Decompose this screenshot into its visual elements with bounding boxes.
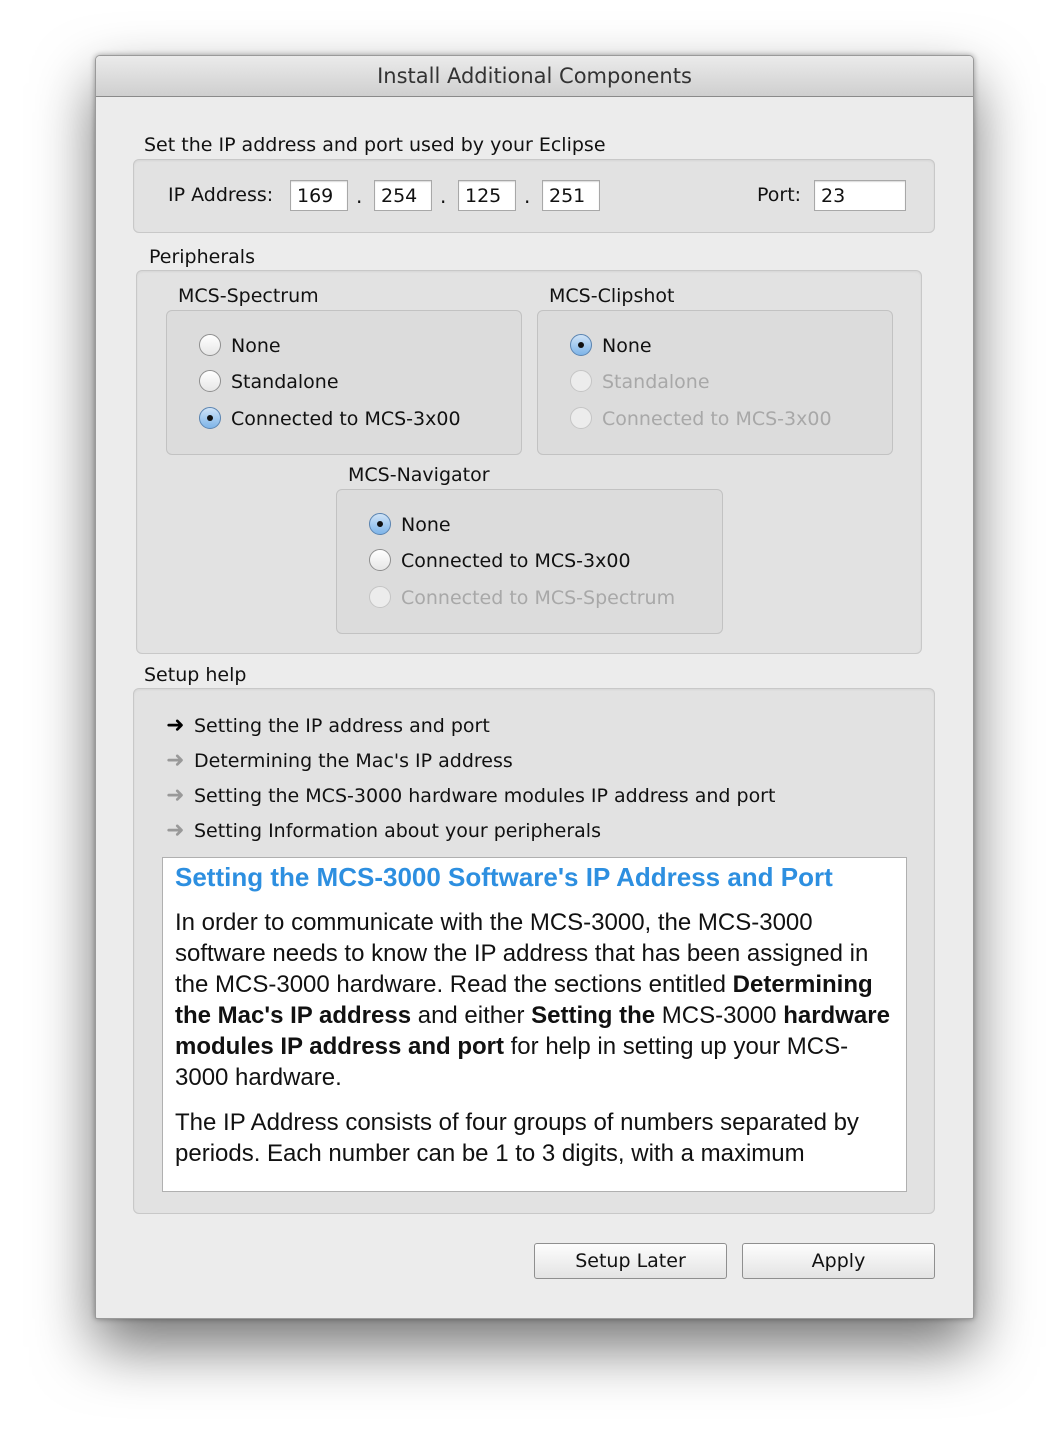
setup-help-groupbox: ➜ Setting the IP address and port ➜ Determ… — [133, 688, 935, 1214]
ip-dot-2: . — [440, 184, 447, 208]
help-link-mac-ip[interactable]: ➜ Determining the Mac's IP address — [166, 746, 513, 776]
install-components-window: Install Additional Components Set the IP… — [95, 55, 974, 1319]
navigator-radio-none[interactable]: None — [369, 510, 451, 540]
radio-icon — [570, 406, 592, 429]
radio-icon — [199, 333, 221, 356]
arrow-right-icon: ➜ — [166, 713, 185, 738]
navigator-radio-connected-spectrum[interactable]: Connected to MCS-Spectrum — [369, 583, 675, 613]
ip-groupbox: IP Address: 169 . 254 . 125 . 251 Port: … — [133, 159, 935, 233]
ip-octet-3-field[interactable]: 125 — [458, 180, 516, 211]
ip-address-label: IP Address: — [168, 184, 274, 206]
help-doc-paragraph-2: The IP Address consists of four groups o… — [175, 1109, 859, 1167]
navigator-radio-connected-3x00[interactable]: Connected to MCS-3x00 — [369, 546, 631, 576]
apply-button[interactable]: Apply — [742, 1243, 935, 1279]
peripherals-label: Peripherals — [149, 246, 255, 268]
ip-dot-1: . — [356, 184, 363, 208]
ip-dot-3: . — [524, 184, 531, 208]
radio-icon — [199, 369, 221, 392]
clipshot-label: MCS-Clipshot — [549, 285, 675, 307]
ip-octet-1-field[interactable]: 169 — [290, 180, 348, 211]
radio-selected-icon — [369, 512, 391, 535]
spectrum-radio-standalone[interactable]: Standalone — [199, 367, 339, 397]
help-link-ip-port[interactable]: ➜ Setting the IP address and port — [166, 711, 490, 741]
peripherals-groupbox: MCS-Spectrum None Standalone Connected t… — [136, 270, 922, 654]
setup-help-label: Setup help — [144, 664, 247, 686]
clipshot-radio-standalone[interactable]: Standalone — [570, 367, 710, 397]
navigator-box: None Connected to MCS-3x00 Connected to … — [336, 489, 723, 634]
radio-icon — [369, 585, 391, 608]
arrow-right-icon: ➜ — [166, 818, 185, 843]
arrow-right-icon: ➜ — [166, 748, 185, 773]
clipshot-radio-none[interactable]: None — [570, 331, 652, 361]
radio-icon — [369, 548, 391, 571]
port-label: Port: — [757, 184, 802, 206]
ip-section-label: Set the IP address and port used by your… — [144, 134, 606, 156]
help-link-hardware-modules[interactable]: ➜ Setting the MCS-3000 hardware modules I… — [166, 781, 775, 811]
clipshot-radio-connected[interactable]: Connected to MCS-3x00 — [570, 404, 832, 434]
window-title: Install Additional Components — [96, 56, 973, 97]
spectrum-radio-connected[interactable]: Connected to MCS-3x00 — [199, 404, 461, 434]
port-field[interactable]: 23 — [814, 180, 906, 211]
radio-icon — [570, 369, 592, 392]
radio-selected-icon — [199, 406, 221, 429]
spectrum-box: None Standalone Connected to MCS-3x00 — [166, 310, 522, 455]
ip-octet-2-field[interactable]: 254 — [374, 180, 432, 211]
help-document-view[interactable]: Setting the MCS-3000 Software's IP Addre… — [162, 857, 907, 1192]
spectrum-label: MCS-Spectrum — [178, 285, 319, 307]
arrow-right-icon: ➜ — [166, 783, 185, 808]
navigator-label: MCS-Navigator — [348, 464, 490, 486]
help-link-peripherals-info[interactable]: ➜ Setting Information about your peripher… — [166, 816, 601, 846]
clipshot-box: None Standalone Connected to MCS-3x00 — [537, 310, 893, 455]
spectrum-radio-none[interactable]: None — [199, 331, 281, 361]
help-doc-paragraph-1: In order to communicate with the MCS-300… — [175, 909, 890, 1091]
setup-later-button[interactable]: Setup Later — [534, 1243, 727, 1279]
radio-selected-icon — [570, 333, 592, 356]
help-doc-title: Setting the MCS-3000 Software's IP Addre… — [175, 862, 833, 892]
ip-octet-4-field[interactable]: 251 — [542, 180, 600, 211]
